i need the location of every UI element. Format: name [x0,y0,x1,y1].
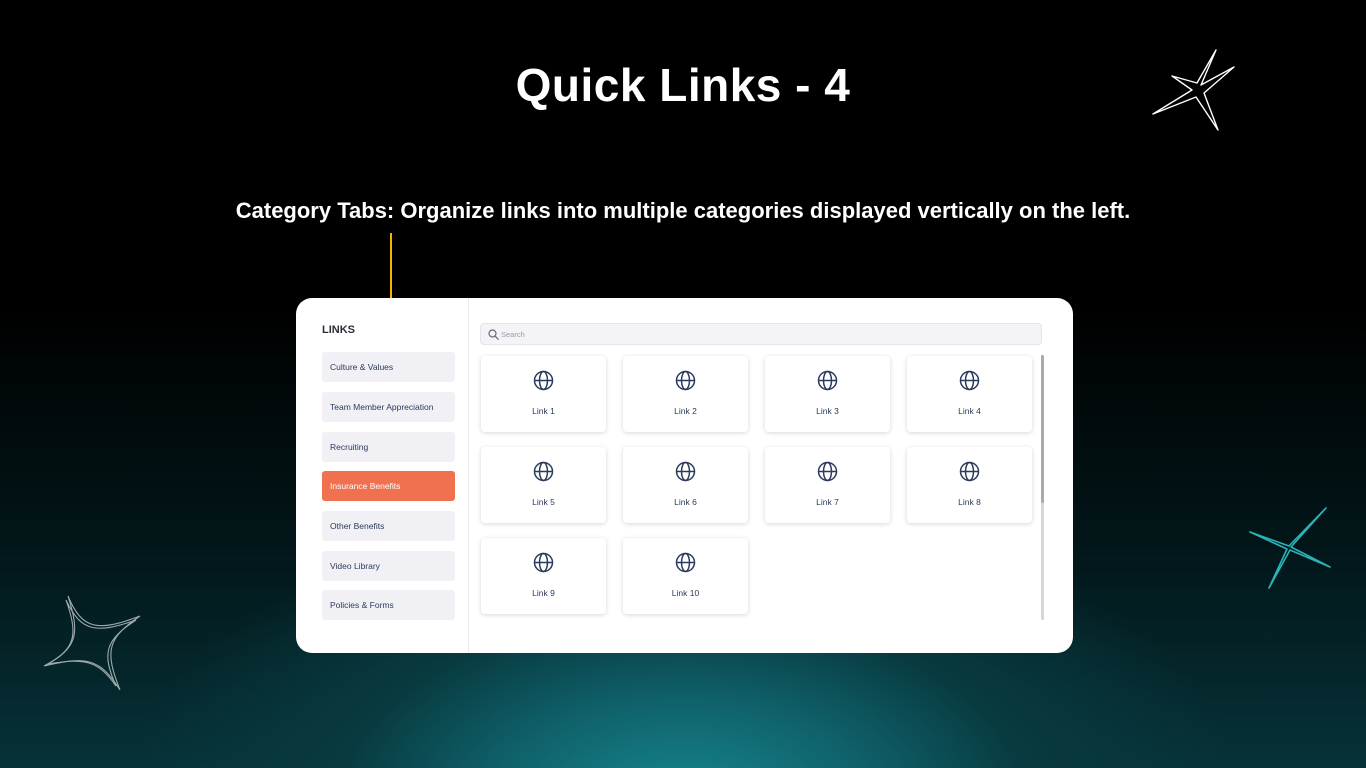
link-tile-1[interactable]: Link 1 [481,356,606,432]
category-tab-policies-forms[interactable]: Policies & Forms [322,590,455,620]
category-sidebar: LINKS Culture & Values Team Member Appre… [296,298,469,653]
link-label: Link 2 [674,406,697,416]
search-input[interactable] [501,326,1021,342]
sparkle-white-icon [1152,49,1235,131]
link-label: Link 10 [671,588,700,598]
scrollbar-thumb[interactable] [1041,355,1044,503]
link-tile-5[interactable]: Link 5 [481,447,606,523]
sparkle-teal-icon [1249,507,1331,589]
link-label: Link 1 [532,406,555,416]
category-tab-team-member-appreciation[interactable]: Team Member Appreciation [322,392,455,422]
link-label: Link 5 [532,497,555,507]
slide-description: Category Tabs: Organize links into multi… [235,198,1131,223]
link-tile-10[interactable]: Link 10 [623,538,748,614]
category-tab-recruiting[interactable]: Recruiting [322,432,455,462]
link-tile-8[interactable]: Link 8 [907,447,1032,523]
category-tab-culture-values[interactable]: Culture & Values [322,352,455,382]
link-label: Link 9 [532,588,555,598]
search-bar [480,323,1042,345]
category-tab-insurance-benefits[interactable]: Insurance Benefits [322,471,455,501]
quick-links-widget: LINKS Culture & Values Team Member Appre… [296,298,1073,653]
globe-icon [675,461,696,482]
globe-icon [533,461,554,482]
link-label: Link 6 [674,497,697,507]
link-tile-3[interactable]: Link 3 [765,356,890,432]
link-label: Link 7 [816,497,839,507]
link-tile-6[interactable]: Link 6 [623,447,748,523]
link-tile-7[interactable]: Link 7 [765,447,890,523]
globe-icon [675,370,696,391]
link-label: Link 4 [958,406,981,416]
globe-icon [533,552,554,573]
sparkle-outline-icon [43,595,141,691]
link-label: Link 3 [816,406,839,416]
globe-icon [675,552,696,573]
category-tab-video-library[interactable]: Video Library [322,551,455,581]
link-tile-9[interactable]: Link 9 [481,538,606,614]
category-tab-other-benefits[interactable]: Other Benefits [322,511,455,541]
links-heading: LINKS [322,324,355,336]
globe-icon [959,461,980,482]
link-tile-2[interactable]: Link 2 [623,356,748,432]
link-label: Link 8 [958,497,981,507]
link-tile-4[interactable]: Link 4 [907,356,1032,432]
globe-icon [817,461,838,482]
globe-icon [817,370,838,391]
search-icon [488,329,499,340]
globe-icon [533,370,554,391]
globe-icon [959,370,980,391]
